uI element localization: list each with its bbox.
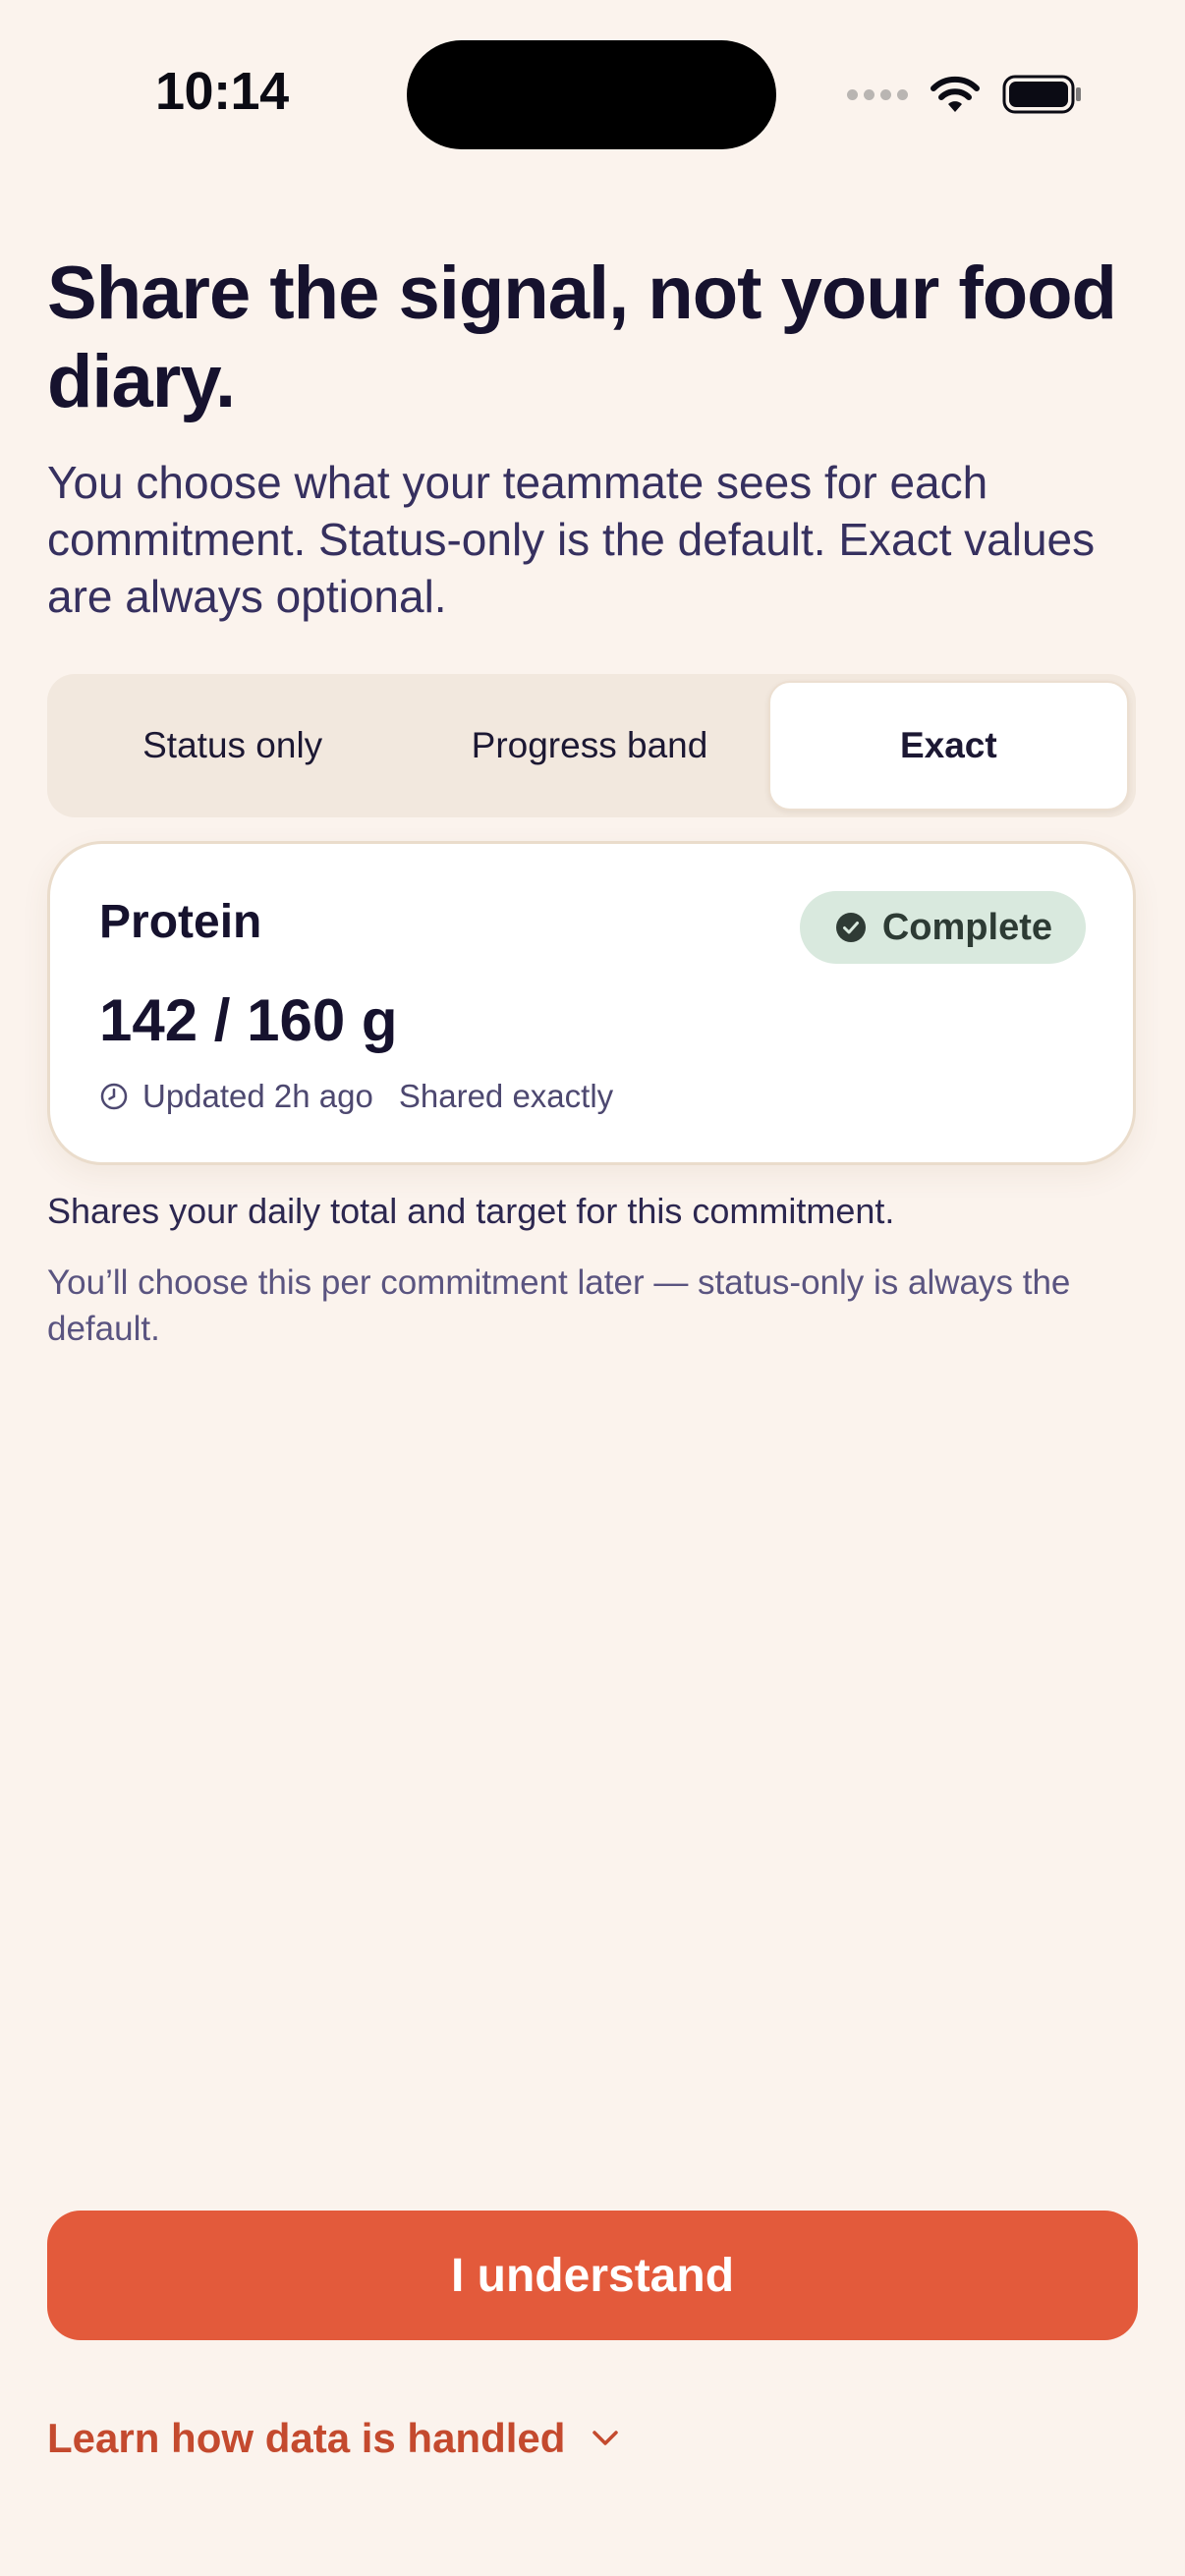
default-note: You’ll choose this per commitment later …: [47, 1263, 1071, 1348]
status-badge: Complete: [799, 891, 1086, 964]
battery-icon: [1002, 75, 1081, 114]
signal-dots-icon: [847, 88, 908, 100]
learn-link-label: Learn how data is handled: [47, 2415, 566, 2461]
status-badge-label: Complete: [881, 906, 1052, 948]
segment-exact[interactable]: Exact: [767, 681, 1129, 811]
segment-status-only[interactable]: Status only: [54, 681, 411, 811]
screen: 10:14 Share the signal, not your food di…: [0, 0, 1185, 2576]
page-title: Share the signal, not your food diary.: [47, 252, 1117, 423]
chevron-down-icon: [592, 2431, 619, 2445]
i-understand-label: I understand: [450, 2249, 735, 2302]
segment-progress-band[interactable]: Progress band: [411, 681, 767, 811]
commitment-preview-card: Protein Complete 142 / 160 g Updated 2h …: [47, 841, 1136, 1165]
page-subtitle: You choose what your teammate sees for e…: [47, 457, 1096, 622]
clock-icon: [100, 1083, 128, 1110]
status-time: 10:14: [155, 62, 289, 121]
card-value: 142 / 160 g: [99, 987, 398, 1053]
updated-text: Updated 2h ago: [142, 1078, 373, 1114]
card-title: Protein: [99, 896, 262, 948]
learn-data-handling-link[interactable]: Learn how data is handled: [47, 2415, 620, 2462]
dynamic-island: [407, 40, 776, 149]
wifi-icon: [931, 76, 980, 112]
status-icons: [847, 73, 1083, 116]
shared-text: Shared exactly: [398, 1078, 614, 1114]
check-circle-icon: [835, 913, 866, 942]
i-understand-button[interactable]: I understand: [47, 2211, 1138, 2340]
card-meta: Updated 2h ago Shared exactly: [99, 1078, 613, 1115]
option-explanation: Shares your daily total and target for t…: [47, 1191, 895, 1231]
visibility-segmented-control: Status only Progress band Exact: [47, 674, 1136, 817]
